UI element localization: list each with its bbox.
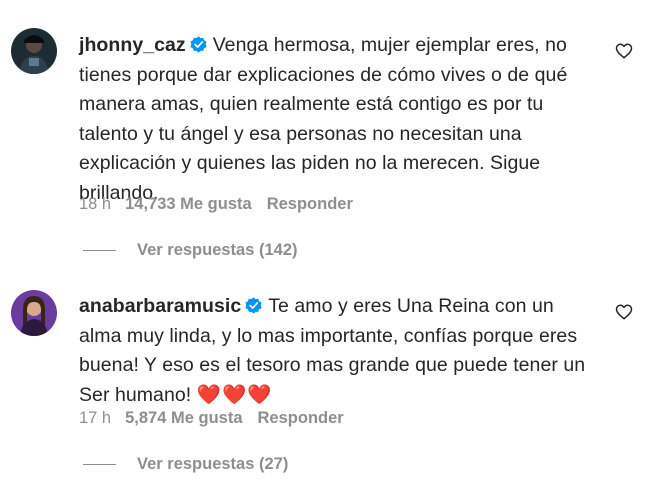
reply-button[interactable]: Responder bbox=[267, 195, 353, 213]
comment-body: anabarbaramusic Te amo y eres Una Reina c… bbox=[79, 292, 599, 410]
verified-badge-icon bbox=[190, 36, 207, 53]
view-replies-label: Ver respuestas (27) bbox=[137, 455, 289, 473]
view-replies-label: Ver respuestas (142) bbox=[137, 241, 298, 259]
comment-time: 18 h bbox=[79, 195, 112, 213]
comment-body: jhonny_caz Venga hermosa, mujer ejemplar … bbox=[79, 31, 599, 208]
view-replies-button[interactable]: Ver respuestas (27) bbox=[83, 455, 288, 474]
comment-time: 17 h bbox=[79, 409, 112, 427]
comment-text: Venga hermosa, mujer ejemplar eres, no t… bbox=[79, 34, 568, 204]
avatar[interactable] bbox=[11, 290, 57, 336]
heart-icon[interactable] bbox=[615, 42, 633, 60]
verified-badge-icon bbox=[245, 297, 262, 314]
avatar-dark-portrait-icon bbox=[11, 28, 57, 74]
comment-meta: 17 h 5,874 Me gusta Responder bbox=[79, 409, 344, 428]
comment-meta: 18 h 14,733 Me gusta Responder bbox=[79, 195, 353, 214]
comment-username[interactable]: jhonny_caz bbox=[79, 34, 186, 56]
heart-emoji: ❤️❤️❤️ bbox=[196, 383, 273, 406]
divider-line bbox=[83, 250, 116, 251]
view-replies-button[interactable]: Ver respuestas (142) bbox=[83, 241, 298, 260]
reply-button[interactable]: Responder bbox=[258, 409, 344, 427]
avatar-purple-portrait-icon bbox=[11, 290, 57, 336]
heart-icon[interactable] bbox=[615, 303, 633, 321]
comment-likes[interactable]: 14,733 Me gusta bbox=[125, 195, 252, 213]
comment-username[interactable]: anabarbaramusic bbox=[79, 295, 241, 317]
avatar[interactable] bbox=[11, 28, 57, 74]
comment-likes[interactable]: 5,874 Me gusta bbox=[125, 409, 242, 427]
divider-line bbox=[83, 464, 116, 465]
